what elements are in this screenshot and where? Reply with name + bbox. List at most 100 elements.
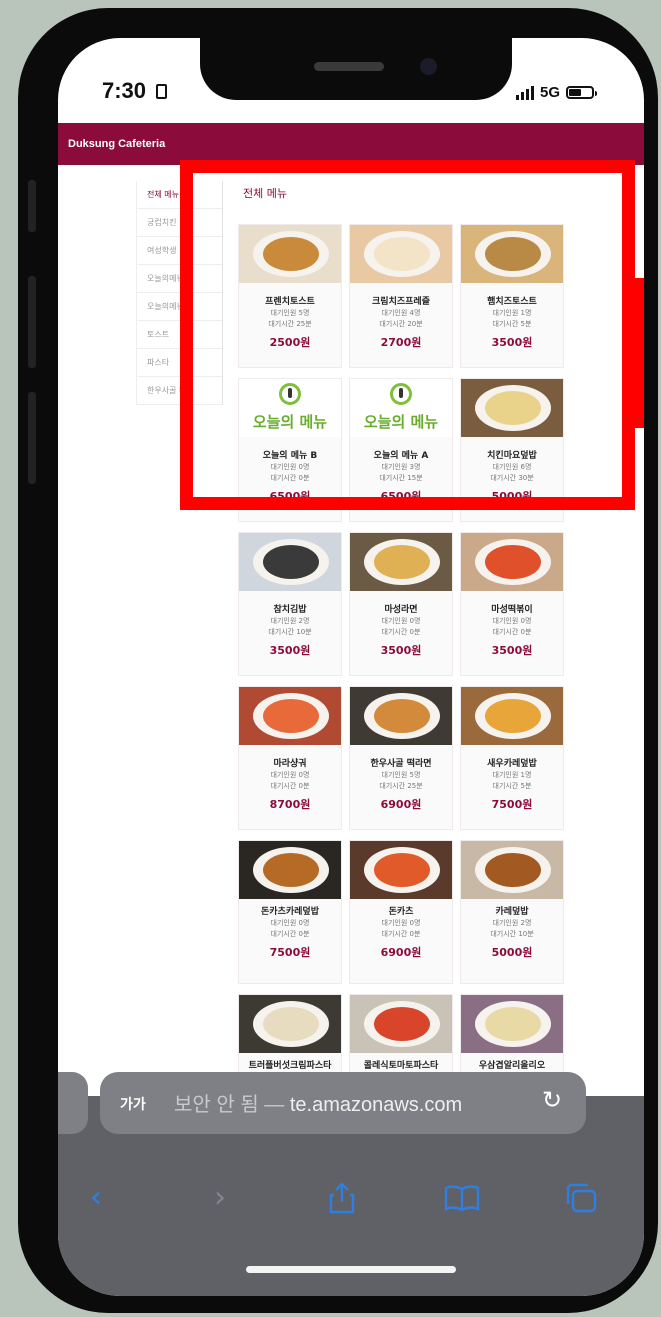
wait-time: 대기시간 0분 — [492, 628, 532, 636]
wait-count: 대기인원 6명 — [492, 463, 532, 471]
menu-card[interactable]: 돈카츠카레덮밥 대기인원 0명 대기시간 0분 7500원 — [238, 840, 342, 984]
menu-name: 크림치즈프레즐 — [372, 297, 430, 307]
wait-time: 대기시간 30분 — [490, 474, 534, 482]
url-display[interactable]: 보안 안 됨 — te.amazonaws.com — [174, 1088, 462, 1117]
menu-thumbnail[interactable] — [239, 841, 341, 899]
wait-count: 대기인원 3명 — [381, 463, 421, 471]
wait-time: 대기시간 25분 — [268, 320, 312, 328]
menu-thumbnail[interactable] — [461, 225, 563, 283]
menu-thumbnail[interactable] — [350, 687, 452, 745]
wait-count: 대기인원 5명 — [381, 771, 421, 779]
back-icon[interactable]: ‹ — [90, 1180, 102, 1215]
menu-card[interactable]: 참치김밥 대기인원 2명 대기시간 10분 3500원 — [238, 532, 342, 676]
menu-thumbnail[interactable] — [239, 225, 341, 283]
menu-name: 우삼겹알리올리오 — [478, 1061, 546, 1071]
menu-thumbnail[interactable] — [239, 995, 341, 1053]
wait-count: 대기인원 2명 — [492, 919, 532, 927]
logo-text: 오늘의 메뉴 — [363, 413, 439, 431]
wait-count: 대기인원 0명 — [492, 617, 532, 625]
sidebar-item[interactable]: 궁컵치킨 — [137, 209, 222, 237]
sidebar-item[interactable]: 오늘의메뉴 — [137, 265, 222, 293]
menu-name: 카레덮밥 — [495, 907, 529, 917]
menu-thumbnail[interactable] — [350, 225, 452, 283]
menu-thumbnail[interactable] — [461, 841, 563, 899]
menu-card[interactable]: 오늘의 메뉴 오늘의 메뉴 A 대기인원 3명 대기시간 15분 6500원 — [349, 378, 453, 522]
menu-card[interactable]: 마라샹궈 대기인원 0명 대기시간 0분 8700원 — [238, 686, 342, 830]
menu-thumbnail[interactable]: 오늘의 메뉴 — [350, 379, 452, 437]
wait-time: 대기시간 20분 — [379, 320, 423, 328]
battery-icon — [566, 86, 598, 99]
menu-thumbnail[interactable] — [239, 687, 341, 745]
menu-card[interactable]: 한우사골 떡라면 대기인원 5명 대기시간 25분 6900원 — [349, 686, 453, 830]
menu-card[interactable]: 프렌치토스트 대기인원 5명 대기시간 25분 2500원 — [238, 224, 342, 368]
previous-tab-pill[interactable] — [58, 1072, 88, 1134]
volume-up-button — [28, 276, 36, 368]
security-warning: 보안 안 됨 — — [174, 1094, 285, 1116]
menu-price: 3500원 — [380, 644, 422, 657]
menu-name: 마성라면 — [384, 605, 418, 615]
menu-price: 6900원 — [380, 798, 422, 811]
menu-price: 5000원 — [491, 490, 533, 503]
menu-card[interactable]: 새우카레덮밥 대기인원 1명 대기시간 5분 7500원 — [460, 686, 564, 830]
menu-thumbnail[interactable] — [461, 533, 563, 591]
status-time: 7:30 — [102, 78, 168, 104]
red-highlight-tab — [632, 278, 644, 428]
menu-card[interactable]: 돈카츠 대기인원 0명 대기시간 0분 6900원 — [349, 840, 453, 984]
logo-text: 오늘의 메뉴 — [252, 413, 328, 431]
menu-name: 한우사골 떡라면 — [370, 759, 432, 769]
volume-down-button — [28, 392, 36, 484]
sidebar-item[interactable]: 토스트 — [137, 321, 222, 349]
menu-name: 오늘의 메뉴 B — [262, 451, 318, 461]
wait-count: 대기인원 4명 — [381, 309, 421, 317]
menu-price: 7500원 — [491, 798, 533, 811]
wait-time: 대기시간 0분 — [381, 930, 421, 938]
menu-name: 트러플버섯크림파스타 — [248, 1061, 332, 1071]
menu-card[interactable]: 햄치즈토스트 대기인원 1명 대기시간 5분 3500원 — [460, 224, 564, 368]
wait-time: 대기시간 0분 — [381, 628, 421, 636]
home-indicator[interactable] — [246, 1266, 456, 1273]
section-title: 전체 메뉴 — [243, 187, 287, 200]
sidebar-item[interactable]: 파스타 — [137, 349, 222, 377]
share-icon[interactable] — [328, 1182, 356, 1222]
address-bar[interactable]: 가가 보안 안 됨 — te.amazonaws.com ↻ — [100, 1072, 586, 1134]
menu-price: 3500원 — [269, 644, 311, 657]
menu-card[interactable]: 마성떡볶이 대기인원 0명 대기시간 0분 3500원 — [460, 532, 564, 676]
sidebar-item[interactable]: 한우사골 메뉴 — [137, 377, 222, 405]
reload-icon[interactable]: ↻ — [542, 1086, 562, 1114]
sidebar-item[interactable]: 전체 메뉴 — [137, 181, 222, 209]
menu-price: 3500원 — [491, 644, 533, 657]
menu-card[interactable]: 치킨마요덮밥 대기인원 6명 대기시간 30분 5000원 — [460, 378, 564, 522]
menu-thumbnail[interactable] — [350, 533, 452, 591]
sidebar-item[interactable]: 여성학생 — [137, 237, 222, 265]
menu-card[interactable]: 마성라면 대기인원 0명 대기시간 0분 3500원 — [349, 532, 453, 676]
wait-count: 대기인원 5명 — [270, 309, 310, 317]
menu-card[interactable]: 오늘의 메뉴 오늘의 메뉴 B 대기인원 0명 대기시간 0분 6500원 — [238, 378, 342, 522]
menu-thumbnail[interactable] — [461, 687, 563, 745]
tabs-icon[interactable] — [564, 1182, 598, 1222]
site-title[interactable]: Duksung Cafeteria — [68, 138, 165, 150]
menu-thumbnail[interactable] — [350, 841, 452, 899]
menu-thumbnail[interactable]: 오늘의 메뉴 — [239, 379, 341, 437]
menu-thumbnail[interactable] — [350, 995, 452, 1053]
menu-thumbnail[interactable] — [461, 379, 563, 437]
sidebar-item[interactable]: 오늘의메뉴 — [137, 293, 222, 321]
menu-name: 마라샹궈 — [273, 759, 307, 769]
site-header: Duksung Cafeteria — [58, 123, 644, 165]
safari-toolbar: ‹ › — [58, 1180, 644, 1230]
text-size-button[interactable]: 가가 — [120, 1094, 146, 1114]
menu-price: 6500원 — [269, 490, 311, 503]
status-indicators: 5G — [516, 84, 598, 101]
menu-card[interactable]: 크림치즈프레즐 대기인원 4명 대기시간 20분 2700원 — [349, 224, 453, 368]
clock-text: 7:30 — [102, 78, 147, 103]
menu-name: 돈카츠 — [388, 907, 414, 917]
category-sidebar: 전체 메뉴 궁컵치킨 여성학생 오늘의메뉴 오늘의메뉴 토스트 파스타 한우사골 메뉴 — [136, 181, 223, 405]
menu-thumbnail[interactable] — [461, 995, 563, 1053]
bookmarks-icon[interactable] — [444, 1184, 480, 1220]
menu-card[interactable]: 카레덮밥 대기인원 2명 대기시간 10분 5000원 — [460, 840, 564, 984]
wait-count: 대기인원 1명 — [492, 771, 532, 779]
menu-thumbnail[interactable] — [239, 533, 341, 591]
wait-count: 대기인원 0명 — [270, 463, 310, 471]
forward-icon[interactable]: › — [214, 1180, 226, 1215]
wait-count: 대기인원 0명 — [270, 919, 310, 927]
network-type: 5G — [540, 84, 561, 101]
